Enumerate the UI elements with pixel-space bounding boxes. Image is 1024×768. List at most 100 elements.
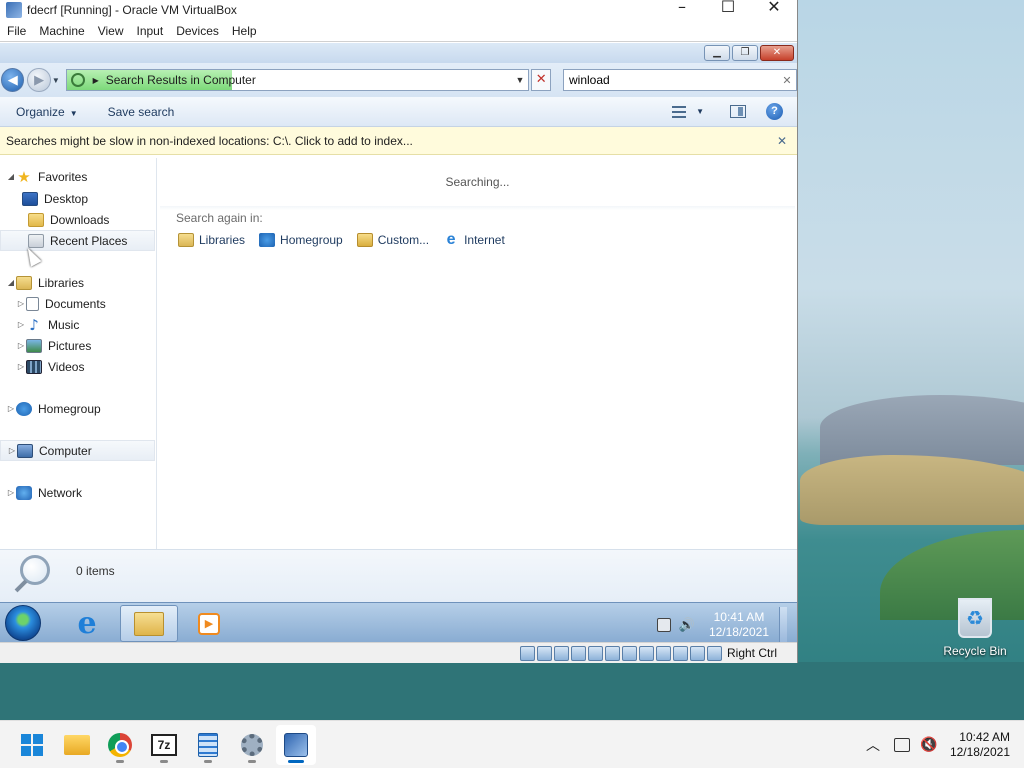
search-again-homegroup[interactable]: Homegroup: [259, 233, 343, 247]
network-status-icon[interactable]: [570, 645, 586, 661]
forward-button[interactable]: ▶: [27, 68, 51, 92]
taskbar-internet-explorer[interactable]: e: [58, 605, 116, 642]
save-search-button[interactable]: Save search: [108, 105, 175, 119]
nav-recent-places[interactable]: Recent Places: [0, 230, 155, 251]
breadcrumb-chevron-icon[interactable]: ▶: [93, 76, 99, 85]
speaker-muted-icon[interactable]: 🔇: [920, 738, 937, 752]
host-7zip[interactable]: 7z: [144, 725, 184, 765]
clear-search-icon[interactable]: ✕: [778, 74, 796, 87]
collapsed-triangle-icon[interactable]: ▷: [16, 299, 26, 308]
recent-pages-dropdown[interactable]: ▼: [52, 76, 62, 85]
host-file-explorer[interactable]: [57, 725, 97, 765]
back-button[interactable]: ◀: [1, 68, 25, 92]
host-virtualbox[interactable]: [276, 725, 316, 765]
explorer-restore-button[interactable]: ❐: [732, 45, 758, 61]
volume-icon[interactable]: 🔊: [679, 618, 695, 633]
menu-file[interactable]: File: [0, 24, 32, 38]
show-desktop-button[interactable]: [779, 607, 787, 643]
show-hidden-icons-chevron-icon[interactable]: ︿: [866, 735, 880, 755]
collapsed-triangle-icon[interactable]: ▷: [6, 404, 16, 413]
help-icon[interactable]: ?: [766, 103, 783, 120]
link-label: Libraries: [199, 233, 246, 247]
close-button[interactable]: ✕: [751, 0, 797, 20]
display-tray-icon[interactable]: [893, 738, 910, 752]
taskbar-windows-explorer[interactable]: [120, 605, 178, 642]
expanded-triangle-icon[interactable]: ◢: [6, 278, 16, 287]
vt-x-status-icon[interactable]: [672, 645, 688, 661]
virtualbox-icon: [284, 733, 308, 757]
folder-icon: [134, 611, 164, 636]
collapsed-triangle-icon[interactable]: ▷: [16, 320, 26, 329]
mouse-integration-status-icon[interactable]: [689, 645, 705, 661]
menu-view[interactable]: View: [91, 24, 130, 38]
nav-network[interactable]: ▷ Network: [0, 482, 155, 503]
nav-libraries[interactable]: ◢ Libraries: [0, 272, 155, 293]
host-start-button[interactable]: [12, 725, 52, 765]
optical-drive-status-icon[interactable]: [536, 645, 552, 661]
organize-button[interactable]: Organize ▼: [16, 105, 78, 119]
menu-input[interactable]: Input: [130, 24, 170, 38]
recycle-bin-shortcut[interactable]: Recycle Bin: [942, 598, 1008, 658]
star-icon: ★: [17, 167, 31, 186]
nav-homegroup[interactable]: ▷ Homegroup: [0, 398, 155, 419]
nav-label: Videos: [48, 359, 85, 374]
search-again-custom[interactable]: Custom...: [356, 233, 429, 247]
audio-status-icon[interactable]: [553, 645, 569, 661]
organize-label: Organize: [16, 104, 65, 119]
nav-videos[interactable]: ▷ Videos: [0, 356, 155, 377]
nav-pictures[interactable]: ▷ Pictures: [0, 335, 155, 356]
vbox-titlebar[interactable]: fdecrf [Running] - Oracle VM VirtualBox …: [0, 0, 797, 20]
hard-disk-status-icon[interactable]: [519, 645, 535, 661]
taskbar-media-player[interactable]: ▶: [180, 605, 238, 642]
collapsed-triangle-icon[interactable]: ▷: [16, 362, 26, 371]
view-options-dropdown[interactable]: ▼: [696, 107, 704, 116]
notepad-icon: [198, 733, 218, 757]
expanded-triangle-icon[interactable]: ◢: [6, 172, 16, 181]
explorer-address-row: ◀ ▶ ▼ ▶ Search Results in Computer ▼ ✕ ✕: [0, 63, 797, 97]
menu-help[interactable]: Help: [225, 24, 263, 38]
stop-search-button[interactable]: ✕: [531, 69, 551, 91]
host-settings[interactable]: [232, 725, 272, 765]
explorer-minimize-button[interactable]: ▁: [704, 45, 730, 61]
explorer-close-button[interactable]: ✕: [760, 45, 794, 61]
menu-machine[interactable]: Machine: [32, 24, 90, 38]
cpu-status-icon[interactable]: [655, 645, 671, 661]
menu-devices[interactable]: Devices: [169, 24, 225, 38]
maximize-button[interactable]: ☐: [705, 0, 751, 20]
host-chrome[interactable]: [100, 725, 140, 765]
host-notepad[interactable]: [188, 725, 228, 765]
network-tray-icon[interactable]: [656, 618, 671, 632]
search-input[interactable]: [568, 73, 778, 87]
host-clock[interactable]: 10:42 AM 12/18/2021: [950, 730, 1010, 760]
search-again-internet[interactable]: e Internet: [443, 231, 505, 248]
search-again-libraries[interactable]: Libraries: [178, 233, 245, 247]
nav-music[interactable]: ▷ ♪ Music: [0, 314, 155, 335]
explorer-caption-bar[interactable]: ▁ ❐ ✕: [0, 43, 797, 63]
address-bar[interactable]: ▶ Search Results in Computer ▼: [65, 69, 530, 91]
internet-explorer-icon: e: [446, 231, 456, 248]
collapsed-triangle-icon[interactable]: ▷: [7, 446, 17, 455]
collapsed-triangle-icon[interactable]: ▷: [6, 488, 16, 497]
windows-start-orb-icon[interactable]: [5, 605, 41, 641]
guest-clock[interactable]: 10:41 AM 12/18/2021: [709, 610, 769, 640]
change-view-icon[interactable]: [672, 105, 687, 118]
recording-status-icon[interactable]: [638, 645, 654, 661]
keyboard-capture-status-icon[interactable]: [706, 645, 722, 661]
nav-computer[interactable]: ▷ Computer: [0, 440, 155, 461]
collapsed-triangle-icon[interactable]: ▷: [16, 341, 26, 350]
nav-documents[interactable]: ▷ Documents: [0, 293, 155, 314]
shared-folders-status-icon[interactable]: [604, 645, 620, 661]
nav-downloads[interactable]: Downloads: [0, 209, 155, 230]
minimize-button[interactable]: –: [659, 0, 705, 20]
address-dropdown-icon[interactable]: ▼: [516, 75, 525, 85]
nav-desktop[interactable]: Desktop: [0, 188, 155, 209]
search-box[interactable]: ✕: [562, 69, 797, 91]
nav-favorites[interactable]: ◢ ★ Favorites: [0, 166, 155, 187]
address-location-text[interactable]: Search Results in Computer: [106, 73, 256, 87]
display-status-icon[interactable]: [621, 645, 637, 661]
usb-status-icon[interactable]: [587, 645, 603, 661]
libraries-icon: [178, 233, 194, 247]
infobar-close-icon[interactable]: ✕: [777, 134, 787, 148]
index-warning-infobar[interactable]: Searches might be slow in non-indexed lo…: [0, 127, 797, 155]
preview-pane-icon[interactable]: [730, 105, 746, 118]
